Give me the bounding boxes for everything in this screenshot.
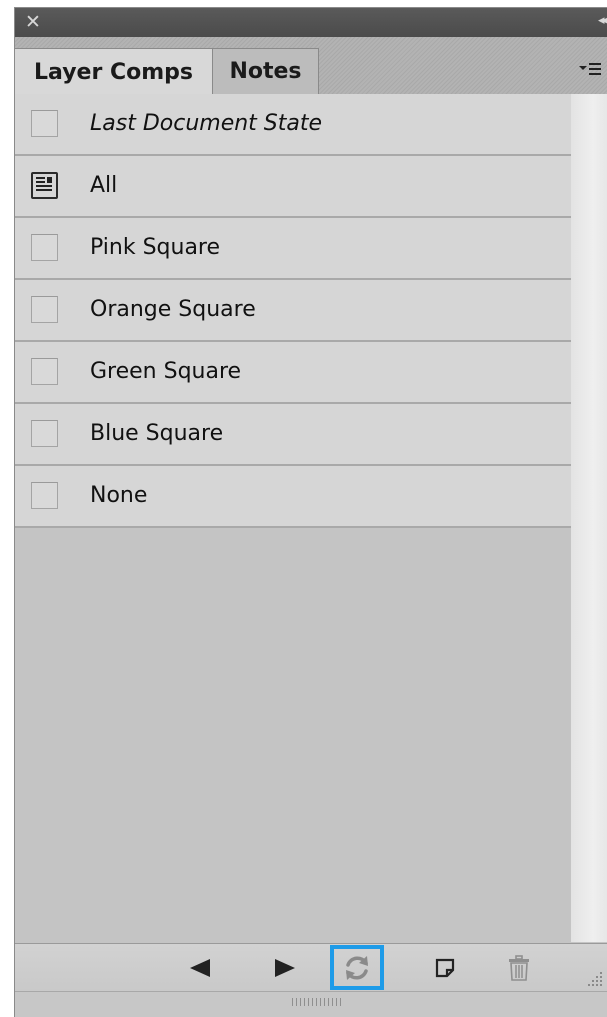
layer-comps-list: Last Document State All Pink Square Oran… xyxy=(15,94,571,528)
comp-label: None xyxy=(90,483,148,508)
comp-row-none[interactable]: None xyxy=(15,466,571,528)
comp-applied-icon xyxy=(36,177,52,191)
layer-comps-panel: ✕ ◂◂ Layer Comps Notes Last Document Sta… xyxy=(14,7,607,1017)
triangle-left-icon xyxy=(190,958,210,977)
refresh-icon xyxy=(346,955,368,980)
collapse-icon[interactable]: ◂◂ xyxy=(598,13,607,28)
comp-row-pink-square[interactable]: Pink Square xyxy=(15,218,571,280)
panel-menu-icon[interactable] xyxy=(579,61,601,77)
new-comp-button[interactable] xyxy=(425,944,465,991)
apply-comp-checkbox[interactable] xyxy=(31,296,58,323)
apply-comp-checkbox[interactable] xyxy=(31,420,58,447)
panel-titlebar: ✕ ◂◂ xyxy=(15,8,607,37)
resize-grip-icon[interactable] xyxy=(583,967,603,987)
panel-toolbar xyxy=(15,943,607,991)
comp-row-blue-square[interactable]: Blue Square xyxy=(15,404,571,466)
new-page-icon xyxy=(435,958,455,977)
tab-notes[interactable]: Notes xyxy=(213,48,319,94)
comp-label: Pink Square xyxy=(90,235,221,260)
comp-row-all[interactable]: All xyxy=(15,156,571,218)
previous-comp-button[interactable] xyxy=(180,944,220,991)
comp-label: Green Square xyxy=(90,359,242,384)
update-comp-button[interactable] xyxy=(330,945,384,990)
triangle-right-icon xyxy=(275,958,295,977)
drag-handle[interactable] xyxy=(292,998,342,1006)
apply-comp-checkbox[interactable] xyxy=(31,358,58,385)
trash-icon xyxy=(509,954,529,981)
apply-comp-checkbox[interactable] xyxy=(31,234,58,261)
comp-label: All xyxy=(90,173,118,198)
next-comp-button[interactable] xyxy=(265,944,305,991)
tab-layer-comps[interactable]: Layer Comps xyxy=(15,48,213,95)
comp-label: Last Document State xyxy=(90,111,323,136)
comp-label: Orange Square xyxy=(90,297,256,322)
comp-row-orange-square[interactable]: Orange Square xyxy=(15,280,571,342)
comp-label: Blue Square xyxy=(90,421,224,446)
applied-comp-icon[interactable] xyxy=(31,172,58,199)
panel-footer xyxy=(15,991,607,1017)
comp-row-green-square[interactable]: Green Square xyxy=(15,342,571,404)
close-icon[interactable]: ✕ xyxy=(25,11,41,33)
tab-bar: Layer Comps Notes xyxy=(15,37,607,95)
comp-row-last-document-state[interactable]: Last Document State xyxy=(15,94,571,156)
apply-comp-checkbox[interactable] xyxy=(31,110,58,137)
scrollbar-track[interactable] xyxy=(571,94,607,942)
apply-comp-checkbox[interactable] xyxy=(31,482,58,509)
delete-comp-button[interactable] xyxy=(499,944,539,991)
